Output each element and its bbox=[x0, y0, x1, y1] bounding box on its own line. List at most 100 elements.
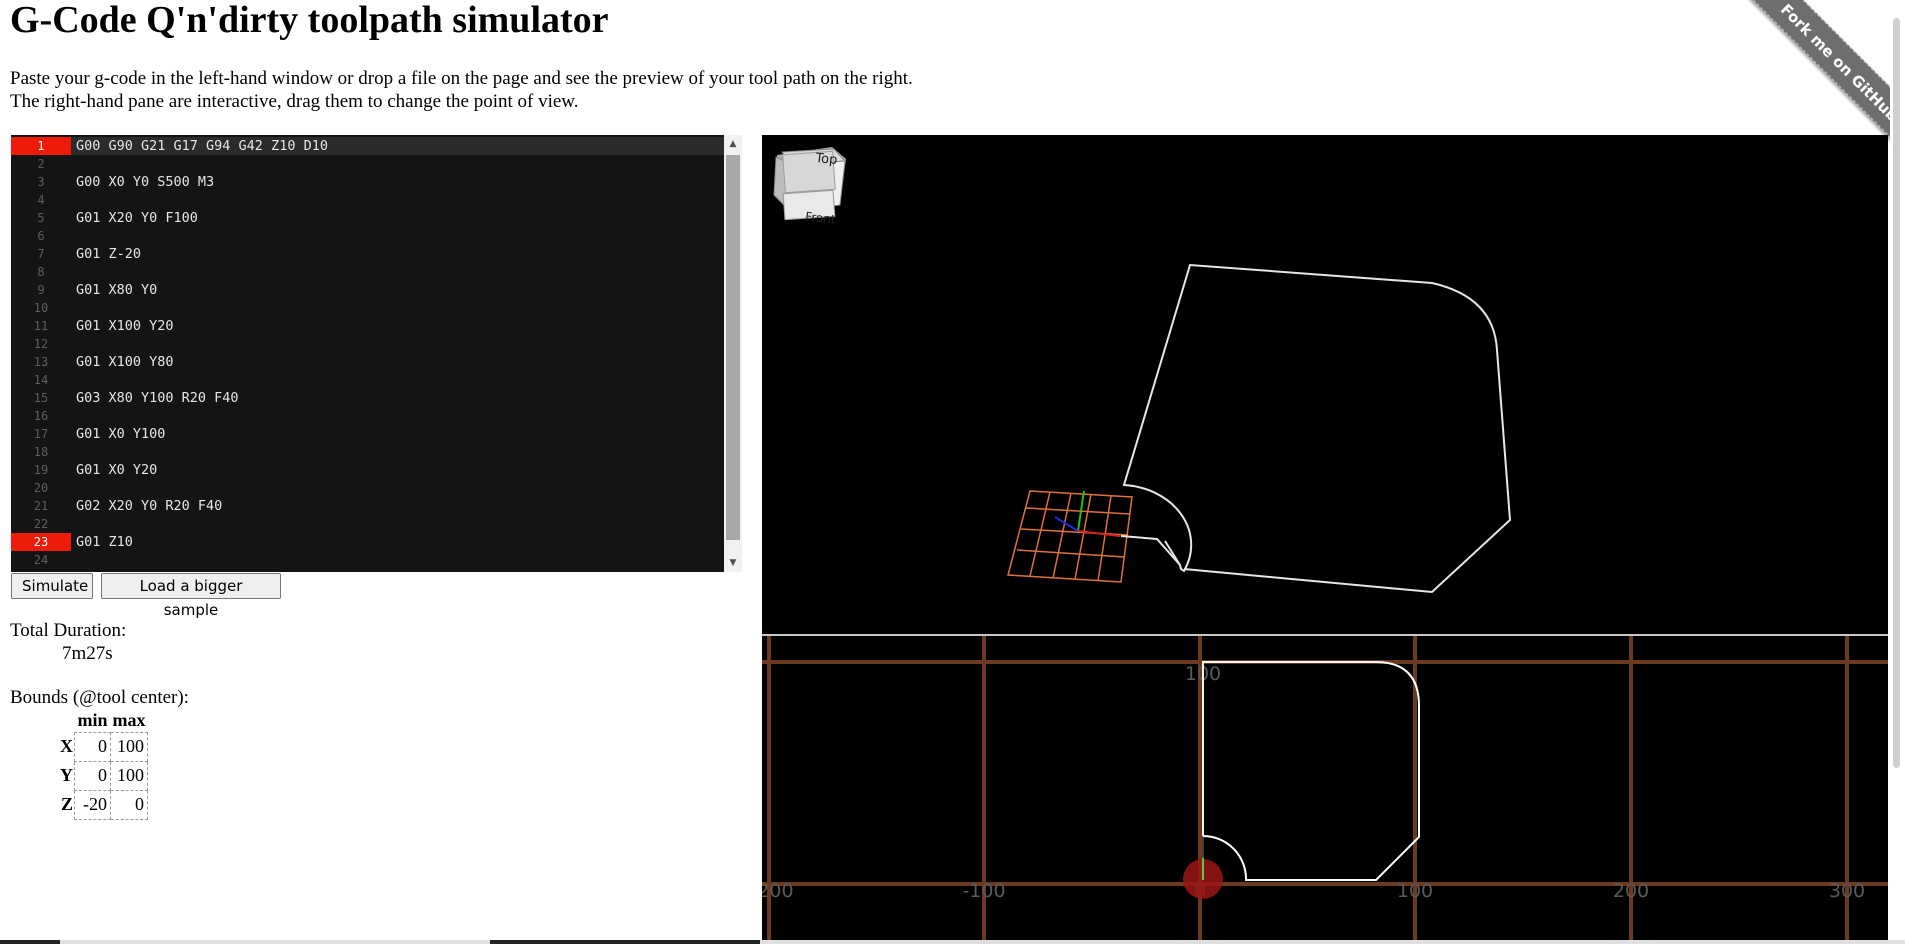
editor-line[interactable]: 7 G01 Z-20 bbox=[11, 245, 724, 263]
line-number: 13 bbox=[33, 355, 49, 369]
bottom-strip bbox=[0, 940, 1905, 944]
line-code[interactable]: G01 X80 Y0 bbox=[76, 281, 157, 299]
editor-line[interactable]: 10 bbox=[11, 299, 724, 317]
line-number: 1 bbox=[11, 137, 71, 155]
bounds-header-min: min bbox=[77, 710, 108, 731]
view-2d-svg[interactable]: -200 -100 0 100 200 300 100 bbox=[762, 636, 1888, 944]
line-number: 18 bbox=[33, 445, 49, 459]
page-scrollbar[interactable] bbox=[1890, 0, 1905, 944]
line-code[interactable]: G01 X20 Y0 F100 bbox=[76, 209, 198, 227]
total-duration-value: 7m27s bbox=[62, 643, 113, 664]
bounds-min: 0 bbox=[74, 760, 111, 791]
line-code[interactable]: G01 Z-20 bbox=[76, 245, 141, 263]
bounds-row-z: Z -20 0 bbox=[58, 789, 148, 820]
line-number: 24 bbox=[33, 553, 49, 567]
bounds-axis: Y bbox=[60, 765, 73, 785]
x-tick-label: 200 bbox=[1613, 880, 1649, 902]
editor-line[interactable]: 13 G01 X100 Y80 bbox=[11, 353, 724, 371]
line-number: 14 bbox=[33, 373, 49, 387]
editor-line[interactable]: 18 bbox=[11, 443, 724, 461]
line-code[interactable]: G01 X100 Y20 bbox=[76, 317, 174, 335]
page-scrollbar-thumb[interactable] bbox=[1893, 18, 1900, 768]
editor-scrollbar[interactable]: ▲ ▼ bbox=[724, 135, 742, 572]
view-cube-icon[interactable]: Top Front bbox=[773, 147, 847, 227]
gcode-editor[interactable]: 1 G00 G90 G21 G17 G94 G42 Z10 D10 2 3 G00 X0… bbox=[11, 135, 742, 572]
line-number: 2 bbox=[37, 157, 45, 171]
scroll-up-arrow-icon[interactable]: ▲ bbox=[724, 135, 742, 153]
line-number: 22 bbox=[33, 517, 49, 531]
editor-line[interactable]: 15 G03 X80 Y100 R20 F40 bbox=[11, 389, 724, 407]
view-2d-canvas[interactable]: -200 -100 0 100 200 300 100 bbox=[762, 636, 1888, 944]
editor-line[interactable]: 22 bbox=[11, 515, 724, 533]
line-code[interactable]: G01 X0 Y20 bbox=[76, 461, 157, 479]
bounds-min: -20 bbox=[74, 789, 111, 820]
bounds-header-row: min max bbox=[58, 710, 148, 732]
line-number: 10 bbox=[33, 301, 49, 315]
bottom-strip-segment bbox=[0, 940, 60, 944]
editor-line[interactable]: 23 G01 Z10 bbox=[11, 533, 724, 551]
editor-line[interactable]: 24 bbox=[11, 551, 724, 569]
editor-line[interactable]: 21 G02 X20 Y0 R20 F40 bbox=[11, 497, 724, 515]
line-code[interactable]: G00 X0 Y0 S500 M3 bbox=[76, 173, 214, 191]
bounds-corner bbox=[58, 710, 75, 732]
line-number: 16 bbox=[33, 409, 49, 423]
line-code[interactable]: G01 Z10 bbox=[76, 533, 133, 551]
editor-line[interactable]: 12 bbox=[11, 335, 724, 353]
line-code[interactable]: G02 X20 Y0 R20 F40 bbox=[76, 497, 222, 515]
fork-me-ribbon[interactable]: Fork me on GitHub bbox=[1730, 0, 1905, 175]
editor-line[interactable]: 2 bbox=[11, 155, 724, 173]
bounds-max: 100 bbox=[110, 731, 148, 762]
line-code[interactable]: G03 X80 Y100 R20 F40 bbox=[76, 389, 239, 407]
editor-line[interactable]: 17 G01 X0 Y100 bbox=[11, 425, 724, 443]
editor-line[interactable]: 9 G01 X80 Y0 bbox=[11, 281, 724, 299]
view-2d-grid bbox=[762, 636, 1888, 944]
editor-line[interactable]: 4 bbox=[11, 191, 724, 209]
editor-line[interactable]: 8 bbox=[11, 263, 724, 281]
editor-scrollbar-thumb[interactable] bbox=[726, 155, 740, 540]
origin-grid bbox=[1007, 490, 1133, 583]
line-number: 6 bbox=[37, 229, 45, 243]
line-number: 3 bbox=[37, 175, 45, 189]
line-number: 9 bbox=[37, 283, 45, 297]
editor-line[interactable]: 1 G00 G90 G21 G17 G94 G42 Z10 D10 bbox=[11, 137, 724, 155]
toolpath-3d bbox=[1120, 263, 1512, 594]
editor-line[interactable]: 16 bbox=[11, 407, 724, 425]
editor-line[interactable]: 14 bbox=[11, 371, 724, 389]
x-tick-label: 300 bbox=[1829, 880, 1865, 902]
editor-line[interactable]: 3 G00 X0 Y0 S500 M3 bbox=[11, 173, 724, 191]
editor-line[interactable]: 20 bbox=[11, 479, 724, 497]
load-bigger-sample-button[interactable]: Load a bigger sample bbox=[101, 573, 281, 619]
intro-line-1: Paste your g-code in the left-hand windo… bbox=[10, 68, 913, 89]
editor-lines[interactable]: 1 G00 G90 G21 G17 G94 G42 Z10 D10 2 3 G00 X0… bbox=[11, 137, 724, 569]
bounds-table: min max X 0 100 Y 0 100 Z -20 0 bbox=[58, 710, 148, 820]
simulate-button[interactable]: Simulate bbox=[11, 573, 93, 599]
view-cube-front-label: Front bbox=[805, 209, 837, 226]
view-3d-canvas[interactable]: Top Front bbox=[762, 135, 1888, 635]
bounds-max: 0 bbox=[110, 789, 148, 820]
line-code[interactable]: G01 X0 Y100 bbox=[76, 425, 165, 443]
line-code[interactable]: G01 X100 Y80 bbox=[76, 353, 174, 371]
line-code[interactable]: G00 G90 G21 G17 G94 G42 Z10 D10 bbox=[76, 137, 328, 155]
x-tick-label: -200 bbox=[762, 880, 794, 902]
bounds-axis: X bbox=[60, 736, 73, 756]
editor-line[interactable]: 6 bbox=[11, 227, 724, 245]
x-tick-label: 100 bbox=[1397, 880, 1433, 902]
editor-line[interactable]: 5 G01 X20 Y0 F100 bbox=[11, 209, 724, 227]
intro-line-2: The right-hand pane are interactive, dra… bbox=[10, 91, 579, 112]
z-axis-line bbox=[1054, 516, 1079, 532]
view-3d-svg[interactable]: Top Front bbox=[762, 135, 1888, 635]
line-number: 23 bbox=[11, 533, 71, 551]
fork-me-link[interactable]: Fork me on GitHub bbox=[1742, 0, 1905, 160]
line-number: 17 bbox=[33, 427, 49, 441]
line-number: 8 bbox=[37, 265, 45, 279]
line-number: 12 bbox=[33, 337, 49, 351]
view-cube-top-label: Top bbox=[814, 151, 838, 168]
line-number: 21 bbox=[33, 499, 49, 513]
editor-line[interactable]: 19 G01 X0 Y20 bbox=[11, 461, 724, 479]
editor-line[interactable]: 11 G01 X100 Y20 bbox=[11, 317, 724, 335]
scroll-down-arrow-icon[interactable]: ▼ bbox=[724, 554, 742, 572]
line-number: 20 bbox=[33, 481, 49, 495]
line-number: 19 bbox=[33, 463, 49, 477]
bounds-axis: Z bbox=[60, 794, 73, 814]
bounds-row-y: Y 0 100 bbox=[58, 760, 148, 791]
